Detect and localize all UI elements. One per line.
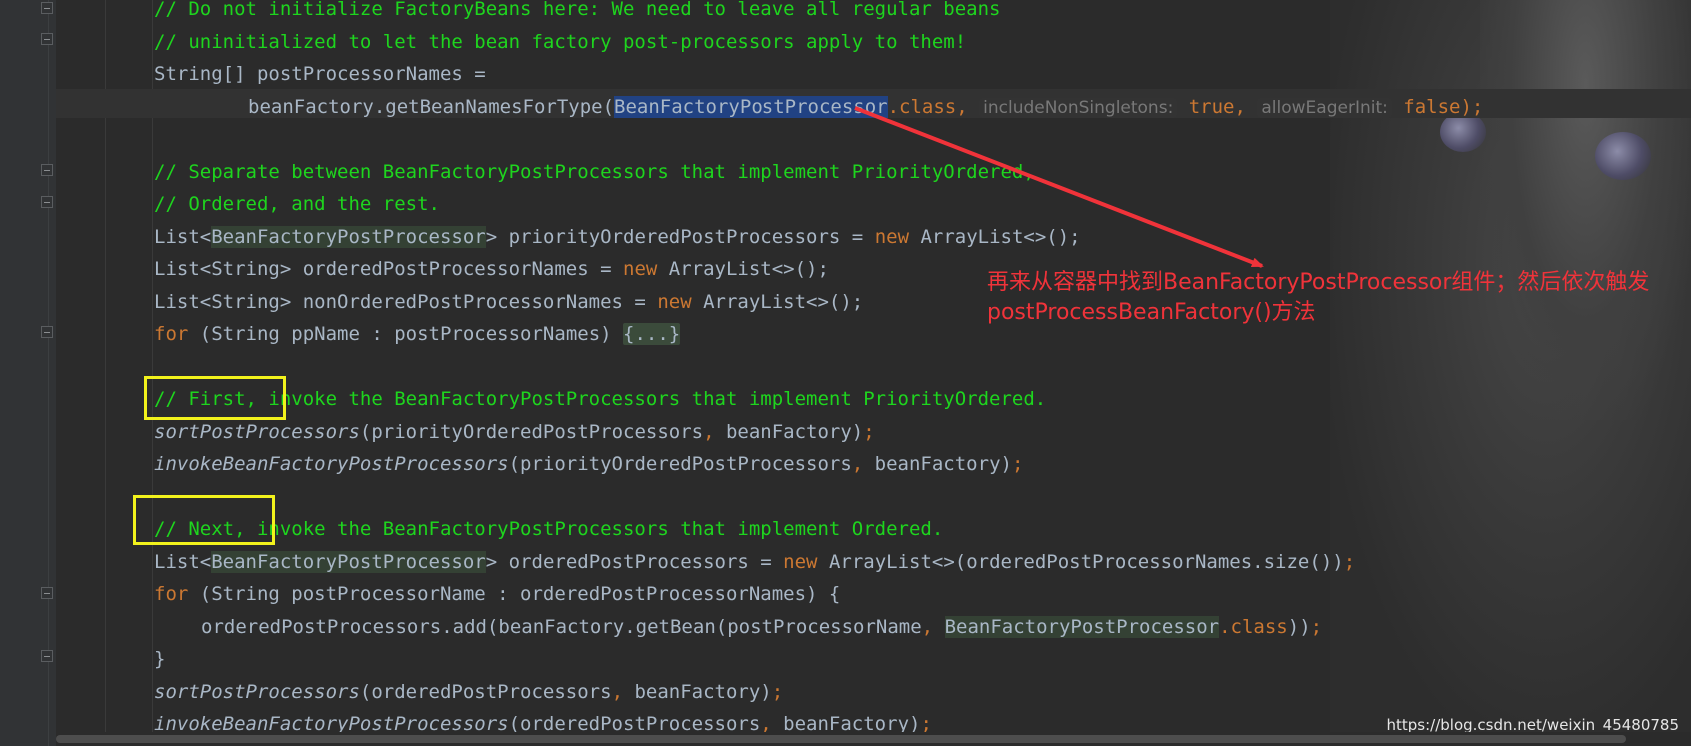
scrollbar-thumb[interactable] bbox=[56, 735, 1626, 743]
annotation-text-line1: 再来从容器中找到BeanFactoryPostProcessor组件；然后依次触… bbox=[987, 270, 1650, 295]
annotation-text: 再来从容器中找到BeanFactoryPostProcessor组件；然后依次触… bbox=[987, 268, 1687, 328]
annotation-text-line2: postProcessBeanFactory()方法 bbox=[987, 300, 1316, 325]
annotation-arrow bbox=[854, 106, 1264, 268]
horizontal-scrollbar[interactable] bbox=[56, 732, 1691, 746]
